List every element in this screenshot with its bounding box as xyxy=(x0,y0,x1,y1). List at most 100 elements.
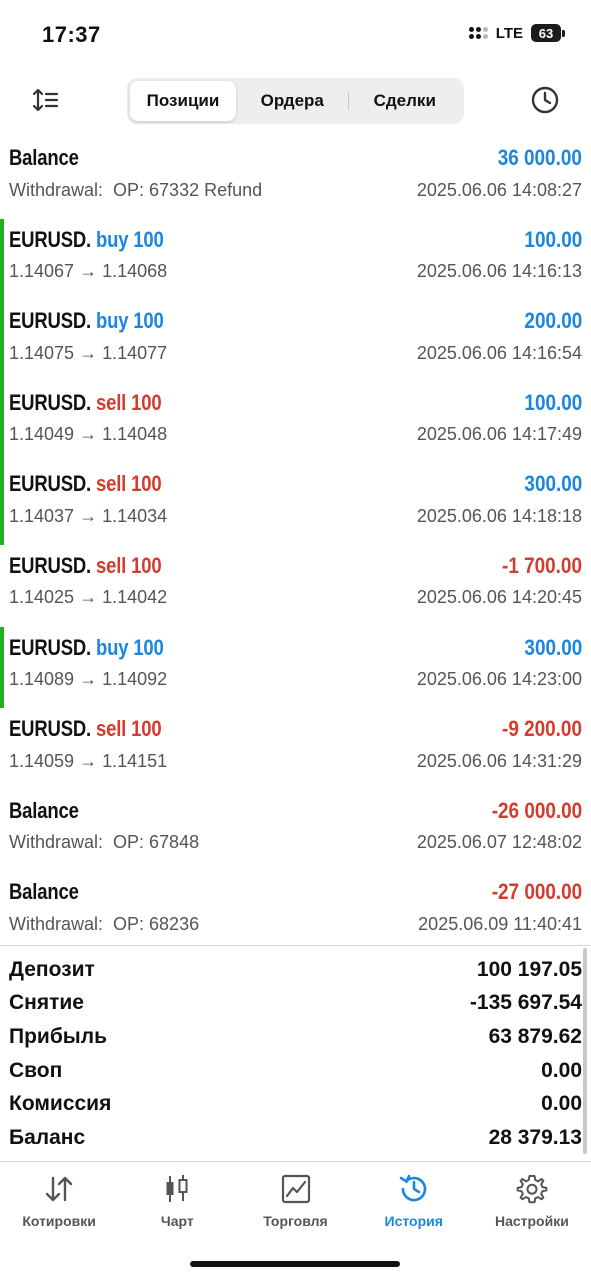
row-side: buy 100 xyxy=(95,634,164,660)
row-symbol: EURUSD. xyxy=(9,226,92,252)
row-side: sell 100 xyxy=(95,389,162,415)
row-detail: 1.14025 → 1.14042 xyxy=(9,587,168,608)
segment-orders[interactable]: Ордера xyxy=(236,81,349,121)
quotes-icon xyxy=(42,1172,76,1206)
battery-icon: 63 xyxy=(531,24,565,42)
signal-icon xyxy=(468,27,488,39)
tab-quotes[interactable]: Котировки xyxy=(0,1162,118,1242)
row-amount: -27 000.00 xyxy=(491,879,582,905)
tab-chart[interactable]: Чарт xyxy=(118,1162,236,1242)
summary-row: Баланс 28 379.13 xyxy=(9,1121,582,1155)
history-row[interactable]: Balance -26 000.00 Withdrawal: OP: 67848 20… xyxy=(0,790,591,872)
row-detail-line: 1.14025 → 1.14042 2025.06.06 14:20:45 xyxy=(9,586,582,610)
row-side: sell 100 xyxy=(95,552,162,578)
period-button[interactable] xyxy=(525,82,565,118)
tab-history[interactable]: История xyxy=(355,1162,473,1242)
trade-chart-icon xyxy=(279,1172,313,1206)
row-symbol: Balance xyxy=(9,879,79,905)
row-amount: 100.00 xyxy=(524,389,582,415)
summary-label: Баланс xyxy=(9,1125,86,1149)
summary-row: Своп 0.00 xyxy=(9,1054,582,1088)
row-amount: 300.00 xyxy=(524,634,582,660)
row-time: 2025.06.06 14:23:00 xyxy=(416,669,582,690)
row-amount: 300.00 xyxy=(524,471,582,497)
row-main-line: Balance -26 000.00 xyxy=(9,796,582,826)
gear-icon xyxy=(515,1172,549,1206)
row-side: sell 100 xyxy=(95,716,162,742)
history-row[interactable]: EURUSD. sell 100 100.00 1.14049 → 1.14048 2… xyxy=(0,379,591,464)
tab-label: Котировки xyxy=(22,1213,96,1229)
sort-button[interactable] xyxy=(26,82,66,118)
row-time: 2025.06.07 12:48:02 xyxy=(416,832,582,853)
history-row[interactable]: EURUSD. sell 100 -9 200.00 1.14059 → 1.141… xyxy=(0,708,591,790)
row-symbol: Balance xyxy=(9,797,79,823)
history-row[interactable]: EURUSD. sell 100 -1 700.00 1.14025 → 1.140… xyxy=(0,545,591,627)
network-label: LTE xyxy=(495,24,523,42)
top-toolbar: Позиции Ордера Сделки xyxy=(0,76,591,126)
row-detail: Withdrawal: OP: 68236 xyxy=(9,913,200,934)
summary-label: Комиссия xyxy=(9,1092,112,1116)
row-title: Balance xyxy=(9,145,79,171)
row-detail: Withdrawal: OP: 67848 xyxy=(9,832,200,853)
tab-bar: Котировки Чарт Торговля История Настройк… xyxy=(0,1162,591,1242)
tab-label: Настройки xyxy=(494,1213,569,1229)
summary-value: 0.00 xyxy=(541,1092,582,1116)
row-amount: 200.00 xyxy=(524,308,582,334)
tab-settings[interactable]: Настройки xyxy=(473,1162,591,1242)
row-title: EURUSD. buy 100 xyxy=(9,635,164,661)
tab-label: Чарт xyxy=(160,1213,194,1229)
tab-trade[interactable]: Торговля xyxy=(236,1162,354,1242)
segmented-control: Позиции Ордера Сделки xyxy=(127,78,464,124)
clock-icon xyxy=(531,86,559,114)
summary-value: 100 197.05 xyxy=(476,957,582,981)
row-symbol: EURUSD. xyxy=(9,552,92,578)
history-row[interactable]: Balance -27 000.00 Withdrawal: OP: 68236 20… xyxy=(0,871,591,953)
row-detail-line: 1.14037 → 1.14034 2025.06.06 14:18:18 xyxy=(9,504,582,528)
row-main-line: EURUSD. sell 100 -9 200.00 xyxy=(9,714,582,744)
row-time: 2025.06.06 14:16:54 xyxy=(416,342,582,363)
row-time: 2025.06.06 14:18:18 xyxy=(416,505,582,526)
row-title: EURUSD. sell 100 xyxy=(9,389,162,416)
summary-panel: Депозит 100 197.05 Снятие -135 697.54 Прибыл… xyxy=(9,953,582,1155)
row-amount: -1 700.00 xyxy=(502,552,582,578)
row-detail-line: 1.14049 → 1.14048 2025.06.06 14:17:49 xyxy=(9,423,582,447)
history-row[interactable]: EURUSD. sell 100 300.00 1.14037 → 1.14034 2… xyxy=(0,461,591,545)
candlestick-chart-icon xyxy=(160,1172,194,1206)
home-indicator[interactable] xyxy=(190,1261,400,1267)
history-row[interactable]: Balance 36 000.00 Withdrawal: OP: 67332 Re… xyxy=(0,137,591,219)
history-row[interactable]: EURUSD. buy 100 300.00 1.14089 → 1.14092 20… xyxy=(0,626,591,709)
row-amount: 100.00 xyxy=(524,226,582,252)
scroll-indicator[interactable] xyxy=(583,948,587,1154)
row-symbol: EURUSD. xyxy=(9,716,92,742)
summary-value: 28 379.13 xyxy=(488,1125,582,1149)
row-main-line: EURUSD. buy 100 100.00 xyxy=(9,225,582,255)
row-side: sell 100 xyxy=(95,471,162,497)
row-title: EURUSD. buy 100 xyxy=(9,227,164,253)
row-detail: 1.14049 → 1.14048 xyxy=(9,424,168,445)
tab-label: История xyxy=(384,1213,443,1229)
segment-positions[interactable]: Позиции xyxy=(130,81,236,121)
row-detail: 1.14059 → 1.14151 xyxy=(9,750,168,771)
segment-deals[interactable]: Сделки xyxy=(349,81,462,121)
row-side: buy 100 xyxy=(95,308,164,334)
row-detail-line: Withdrawal: OP: 67332 Refund 2025.06.06 1… xyxy=(9,178,582,202)
summary-value: -135 697.54 xyxy=(469,991,582,1015)
row-detail-line: Withdrawal: OP: 67848 2025.06.07 12:48:02 xyxy=(9,831,582,855)
history-row[interactable]: EURUSD. buy 100 100.00 1.14067 → 1.14068 20… xyxy=(0,218,591,301)
history-list: Balance 36 000.00 Withdrawal: OP: 67332 Re… xyxy=(0,137,591,953)
summary-label: Депозит xyxy=(9,957,95,981)
history-row[interactable]: EURUSD. buy 100 200.00 1.14075 → 1.14077 20… xyxy=(0,298,591,382)
summary-row: Прибыль 63 879.62 xyxy=(9,1020,582,1054)
row-time: 2025.06.06 14:17:49 xyxy=(416,424,582,445)
row-title: Balance xyxy=(9,798,79,824)
row-main-line: Balance 36 000.00 xyxy=(9,143,582,173)
row-main-line: EURUSD. buy 100 300.00 xyxy=(9,633,582,663)
row-main-line: EURUSD. sell 100 -1 700.00 xyxy=(9,551,582,581)
row-main-line: Balance -27 000.00 xyxy=(9,877,582,907)
sort-icon xyxy=(32,88,59,112)
row-symbol: EURUSD. xyxy=(9,634,92,660)
row-title: EURUSD. sell 100 xyxy=(9,552,162,579)
row-title: EURUSD. buy 100 xyxy=(9,308,164,334)
summary-value: 63 879.62 xyxy=(488,1024,582,1048)
row-time: 2025.06.06 14:16:13 xyxy=(416,261,582,282)
